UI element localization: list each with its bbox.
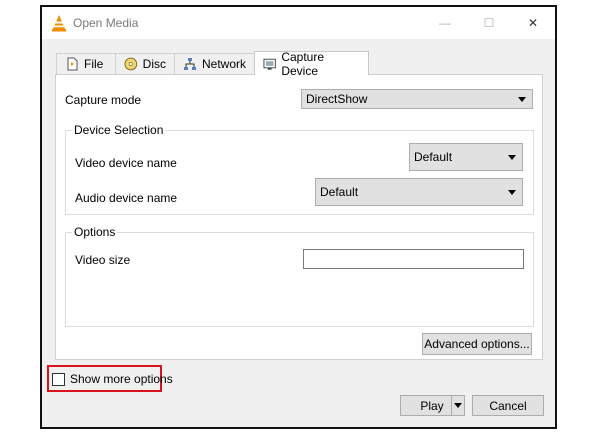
capture-device-icon (263, 58, 276, 70)
options-group: Options Video size (65, 225, 534, 327)
capture-mode-select[interactable]: DirectShow (301, 89, 533, 109)
window-title: Open Media (73, 16, 139, 30)
advanced-options-label: Advanced options... (424, 337, 530, 351)
tab-network-label: Network (201, 57, 246, 71)
video-device-value: Default (414, 150, 453, 164)
chevron-down-icon (508, 155, 516, 160)
close-button[interactable]: ✕ (511, 7, 555, 39)
cancel-label: Cancel (489, 398, 527, 413)
tab-capture-device-label: Capture Device (281, 49, 325, 78)
maximize-button[interactable]: ☐ (467, 7, 511, 39)
tab-file[interactable]: File (56, 53, 116, 74)
chevron-down-icon (518, 97, 526, 102)
tab-network[interactable]: Network (174, 53, 255, 74)
tab-capture-device[interactable]: Capture Device (254, 49, 369, 78)
cancel-button[interactable]: Cancel (472, 395, 544, 416)
device-selection-title: Device Selection (72, 123, 166, 137)
capture-device-panel: Capture mode DirectShow Device Selection… (55, 74, 543, 360)
minimize-button[interactable]: — (423, 7, 467, 39)
play-label: Play (420, 398, 444, 413)
network-icon (183, 58, 196, 70)
device-selection-group: Device Selection Video device name Defau… (65, 123, 534, 215)
show-more-options-checkbox[interactable]: Show more options (52, 372, 173, 386)
tab-file-label: File (84, 57, 104, 71)
video-size-label: Video size (75, 253, 131, 267)
options-title: Options (72, 225, 118, 239)
file-icon (67, 57, 78, 71)
title-bar[interactable]: Open Media — ☐ ✕ (42, 7, 555, 39)
tab-disc-label: Disc (142, 57, 166, 71)
video-size-input[interactable] (303, 249, 524, 269)
advanced-options-button[interactable]: Advanced options... (422, 333, 532, 355)
capture-mode-label: Capture mode (65, 93, 142, 107)
capture-mode-value: DirectShow (306, 92, 368, 106)
chevron-down-icon (508, 190, 516, 195)
audio-device-select[interactable]: Default (315, 178, 523, 206)
tab-disc[interactable]: Disc (115, 53, 175, 74)
video-device-label: Video device name (75, 156, 177, 170)
checkbox-box[interactable] (52, 372, 65, 386)
close-icon: ✕ (527, 16, 539, 30)
maximize-icon: ☐ (483, 16, 495, 30)
disc-icon (124, 57, 138, 71)
show-more-options-label: Show more options (70, 372, 173, 386)
minimize-icon: — (439, 16, 451, 30)
audio-device-value: Default (320, 185, 359, 199)
video-device-select[interactable]: Default (409, 143, 523, 171)
audio-device-label: Audio device name (75, 191, 178, 205)
play-options-dropdown[interactable] (451, 395, 465, 416)
chevron-down-icon (454, 403, 462, 408)
vlc-cone-icon (52, 15, 66, 32)
